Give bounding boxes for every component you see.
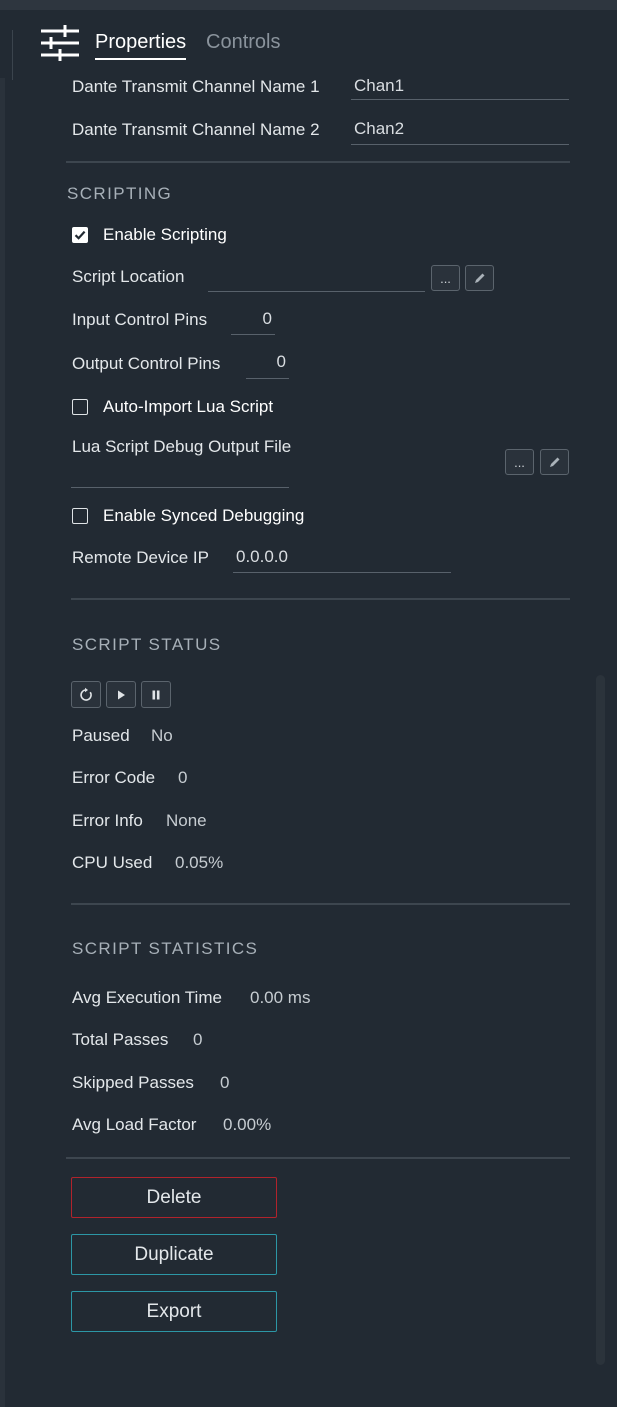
output-control-pins-input[interactable]: 0 xyxy=(246,352,289,379)
auto-import-label: Auto-Import Lua Script xyxy=(103,397,274,416)
debug-output-input[interactable] xyxy=(71,463,289,488)
synced-debugging-checkbox[interactable] xyxy=(72,508,88,524)
pencil-icon xyxy=(549,457,559,467)
synced-debugging-label: Enable Synced Debugging xyxy=(103,506,305,525)
title-bar-strip xyxy=(0,0,617,10)
auto-import-checkbox[interactable] xyxy=(72,399,88,415)
input-control-pins-input[interactable]: 0 xyxy=(231,309,275,335)
avg-execution-time-label: Avg Execution Time xyxy=(72,988,222,1007)
output-control-pins-label: Output Control Pins xyxy=(72,354,221,373)
skipped-passes-label: Skipped Passes xyxy=(72,1073,194,1092)
sliders-icon[interactable] xyxy=(39,24,81,62)
cpu-used-value: 0.05% xyxy=(175,853,224,872)
dante-channel-1-label: Dante Transmit Channel Name 1 xyxy=(72,78,320,96)
scrollbar[interactable] xyxy=(596,675,605,1365)
error-code-value: 0 xyxy=(178,768,188,787)
script-location-edit-button[interactable] xyxy=(465,265,494,291)
play-button[interactable] xyxy=(106,681,136,708)
enable-scripting-label: Enable Scripting xyxy=(103,225,227,244)
paused-label: Paused xyxy=(72,726,130,745)
avg-execution-time-value: 0.00 ms xyxy=(250,988,311,1007)
error-code-label: Error Code xyxy=(72,768,156,787)
script-location-input[interactable] xyxy=(208,266,425,292)
reload-button[interactable] xyxy=(71,681,101,708)
section-divider xyxy=(71,598,570,600)
export-button[interactable]: Export xyxy=(71,1291,277,1332)
section-divider xyxy=(66,161,570,163)
section-divider xyxy=(66,1157,570,1159)
pause-button[interactable] xyxy=(141,681,171,708)
dante-channel-1-input[interactable]: Chan1 xyxy=(351,78,569,100)
section-divider xyxy=(71,903,570,905)
duplicate-button[interactable]: Duplicate xyxy=(71,1234,277,1275)
pause-icon xyxy=(152,690,160,699)
properties-panel[interactable]: Dante Transmit Channel Name 1 Chan1 Dant… xyxy=(0,78,617,1407)
debug-output-edit-button[interactable] xyxy=(540,449,569,475)
remote-ip-input[interactable]: 0.0.0.0 xyxy=(233,547,451,573)
dante-channel-2-label: Dante Transmit Channel Name 2 xyxy=(72,120,320,139)
paused-value: No xyxy=(151,726,173,745)
avg-load-factor-value: 0.00% xyxy=(223,1115,272,1134)
tab-properties[interactable]: Properties xyxy=(95,30,187,60)
script-location-browse-button[interactable]: ... xyxy=(431,265,460,291)
input-control-pins-label: Input Control Pins xyxy=(72,310,208,329)
error-info-label: Error Info xyxy=(72,811,143,830)
debug-output-browse-button[interactable]: ... xyxy=(505,449,534,475)
enable-scripting-checkbox[interactable] xyxy=(72,227,88,243)
total-passes-value: 0 xyxy=(193,1030,203,1049)
remote-ip-label: Remote Device IP xyxy=(72,548,209,567)
play-icon xyxy=(118,690,125,699)
script-status-title: SCRIPT STATUS xyxy=(72,635,222,654)
check-icon xyxy=(74,230,85,240)
cpu-used-label: CPU Used xyxy=(72,853,153,872)
error-info-value: None xyxy=(166,811,207,830)
tab-controls[interactable]: Controls xyxy=(206,30,280,54)
script-statistics-title: SCRIPT STATISTICS xyxy=(72,939,259,958)
reload-icon xyxy=(80,687,92,701)
pencil-icon xyxy=(474,273,484,283)
panel-header: Properties Controls xyxy=(0,10,617,80)
total-passes-label: Total Passes xyxy=(72,1030,169,1049)
dante-channel-2-input[interactable]: Chan2 xyxy=(351,119,569,145)
delete-button[interactable]: Delete xyxy=(71,1177,277,1218)
avg-load-factor-label: Avg Load Factor xyxy=(72,1115,197,1134)
header-separator xyxy=(12,30,13,80)
debug-output-label: Lua Script Debug Output File xyxy=(72,437,292,456)
scripting-section-title: SCRIPTING xyxy=(67,184,173,203)
skipped-passes-value: 0 xyxy=(220,1073,230,1092)
script-location-label: Script Location xyxy=(72,267,185,286)
